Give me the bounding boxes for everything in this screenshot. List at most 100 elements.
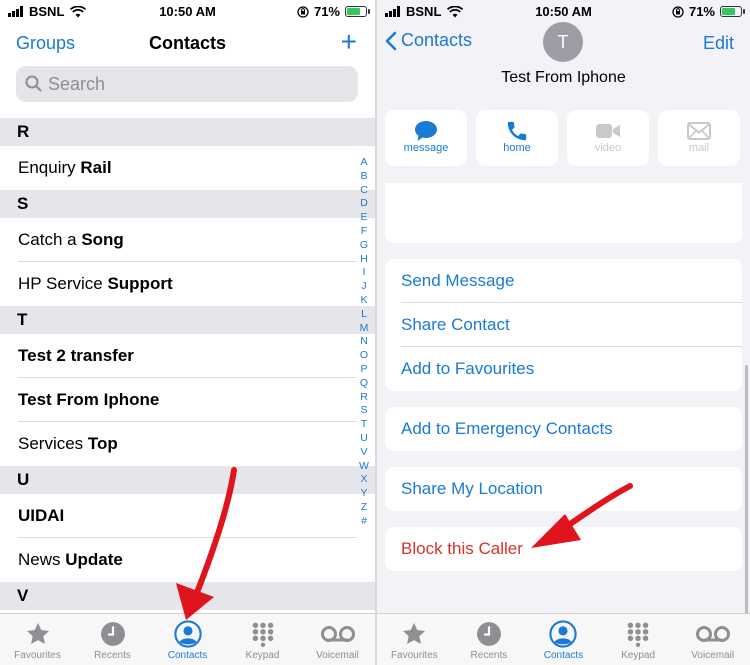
call-action-button[interactable]: home xyxy=(476,110,558,166)
block-caller-button[interactable]: Block this Caller xyxy=(385,527,742,571)
tab-contacts[interactable]: Contacts xyxy=(150,614,225,665)
tab-contacts[interactable]: Contacts xyxy=(526,614,601,665)
contact-name: Test From Iphone xyxy=(501,69,626,86)
tab-favourites[interactable]: Favourites xyxy=(377,614,452,665)
tab-label: Keypad xyxy=(245,650,280,661)
phone-icon xyxy=(507,121,527,141)
add-contact-button[interactable]: + xyxy=(341,28,357,56)
index-letter[interactable]: # xyxy=(358,515,370,529)
quick-actions: message home video mail xyxy=(385,110,742,166)
index-letter[interactable]: H xyxy=(358,253,370,267)
contact-first: HP Service xyxy=(18,274,108,293)
alphabet-index[interactable]: A B C D E F G H I J K L M N O P Q R S T U V W X Y Z # xyxy=(358,156,370,529)
index-letter[interactable]: G xyxy=(358,239,370,253)
tab-voicemail[interactable]: Voicemail xyxy=(675,614,750,665)
tab-label: Recents xyxy=(94,650,131,661)
contact-first: News xyxy=(18,550,66,569)
contact-row[interactable]: Test 2 transfer xyxy=(0,334,375,378)
index-letter[interactable]: X xyxy=(358,473,370,487)
search-input[interactable]: Search xyxy=(16,66,358,102)
battery-percent: 71% xyxy=(688,4,715,19)
index-letter[interactable]: Y xyxy=(358,487,370,501)
add-to-favourites-button[interactable]: Add to Favourites xyxy=(385,347,742,391)
mail-action-button[interactable]: mail xyxy=(658,110,740,166)
index-letter[interactable]: B xyxy=(358,170,370,184)
index-letter[interactable]: P xyxy=(358,363,370,377)
orientation-lock-icon xyxy=(297,5,309,18)
contact-row[interactable]: Catch a Song xyxy=(0,218,375,262)
index-letter[interactable]: D xyxy=(358,197,370,211)
index-letter[interactable]: I xyxy=(358,266,370,280)
edit-button[interactable]: Edit xyxy=(703,33,734,54)
contacts-nav-bar: Groups Contacts + xyxy=(0,28,375,60)
back-button[interactable]: Contacts xyxy=(385,30,472,51)
section-header-u: U xyxy=(0,466,375,494)
tab-bar: Favourites Recents Contacts Keypad Voice… xyxy=(377,613,750,665)
index-letter[interactable]: L xyxy=(358,308,370,322)
index-letter[interactable]: T xyxy=(358,418,370,432)
tab-keypad[interactable]: Keypad xyxy=(601,614,676,665)
back-label: Contacts xyxy=(401,30,473,50)
section-header-s: S xyxy=(0,190,375,218)
index-letter[interactable]: A xyxy=(358,156,370,170)
tab-voicemail[interactable]: Voicemail xyxy=(300,614,375,665)
contact-first: Catch a xyxy=(18,230,82,249)
location-card: Share My Location xyxy=(385,467,742,511)
star-icon xyxy=(403,622,426,644)
index-letter[interactable]: O xyxy=(358,349,370,363)
action-label: home xyxy=(503,142,531,154)
index-letter[interactable]: V xyxy=(358,446,370,460)
battery-percent: 71% xyxy=(313,4,340,19)
star-icon xyxy=(26,622,49,644)
contact-last: Top xyxy=(87,434,118,453)
contact-row[interactable]: News Update xyxy=(0,538,375,582)
tab-keypad[interactable]: Keypad xyxy=(225,614,300,665)
add-emergency-contact-button[interactable]: Add to Emergency Contacts xyxy=(385,407,742,451)
actions-card: Send Message Share Contact Add to Favour… xyxy=(385,259,742,391)
tab-label: Keypad xyxy=(621,650,656,661)
status-bar: BSNL 10:50 AM 71% xyxy=(377,0,750,24)
index-letter[interactable]: U xyxy=(358,432,370,446)
index-letter[interactable]: Z xyxy=(358,501,370,515)
index-letter[interactable]: Q xyxy=(358,377,370,391)
share-location-button[interactable]: Share My Location xyxy=(385,467,742,511)
message-action-button[interactable]: message xyxy=(385,110,467,166)
send-message-button[interactable]: Send Message xyxy=(385,259,742,303)
index-letter[interactable]: J xyxy=(358,280,370,294)
tab-favourites[interactable]: Favourites xyxy=(0,614,75,665)
clock-icon xyxy=(100,622,125,646)
index-letter[interactable]: R xyxy=(358,391,370,405)
contact-row[interactable]: Enquiry Rail xyxy=(0,146,375,190)
message-bubble-icon xyxy=(415,121,437,141)
chevron-left-icon xyxy=(385,31,397,50)
block-card: Block this Caller xyxy=(385,527,742,571)
index-letter[interactable]: W xyxy=(358,460,370,474)
index-letter[interactable]: F xyxy=(358,225,370,239)
index-letter[interactable]: N xyxy=(358,335,370,349)
contact-row[interactable]: HP Service Support xyxy=(0,262,375,306)
share-contact-button[interactable]: Share Contact xyxy=(385,303,742,347)
contact-row[interactable]: Test From Iphone xyxy=(0,378,375,422)
contact-row[interactable]: UIDAI xyxy=(0,494,375,538)
emergency-card: Add to Emergency Contacts xyxy=(385,407,742,451)
voicemail-icon xyxy=(695,626,730,642)
scrollbar[interactable] xyxy=(745,365,748,615)
action-label: message xyxy=(403,142,449,154)
video-action-button[interactable]: video xyxy=(567,110,649,166)
index-letter[interactable]: E xyxy=(358,211,370,225)
keypad-icon xyxy=(627,622,649,647)
index-letter[interactable]: M xyxy=(358,322,370,336)
envelope-icon xyxy=(687,122,711,140)
page-title: Contacts xyxy=(148,33,226,53)
search-placeholder: Search xyxy=(48,74,106,94)
orientation-lock-icon xyxy=(672,5,684,18)
search-icon xyxy=(25,75,42,92)
person-circle-icon xyxy=(173,620,202,648)
index-letter[interactable]: C xyxy=(358,184,370,198)
tab-recents[interactable]: Recents xyxy=(452,614,527,665)
index-letter[interactable]: S xyxy=(358,404,370,418)
tab-recents[interactable]: Recents xyxy=(75,614,150,665)
index-letter[interactable]: K xyxy=(358,294,370,308)
video-camera-icon xyxy=(596,124,620,138)
contact-row[interactable]: Services Top xyxy=(0,422,375,466)
